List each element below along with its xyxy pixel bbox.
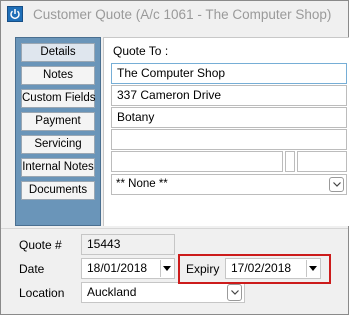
divider bbox=[1, 228, 348, 229]
address-line-3[interactable]: Botany bbox=[111, 107, 347, 128]
nav-payment[interactable]: Payment bbox=[21, 112, 95, 131]
location-label: Location bbox=[19, 286, 65, 300]
app-power-icon bbox=[7, 6, 23, 22]
title-bar: Customer Quote (A/c 1061 - The Computer … bbox=[1, 1, 348, 29]
quote-to-panel: Quote To : The Computer Shop 337 Cameron… bbox=[103, 37, 349, 226]
nav-custom-fields[interactable]: Custom Fields bbox=[21, 89, 96, 108]
nav-notes[interactable]: Notes bbox=[21, 66, 95, 85]
address-line-2[interactable]: 337 Cameron Drive bbox=[111, 85, 347, 106]
date-field[interactable]: 18/01/2018 bbox=[81, 258, 175, 279]
chevron-down-icon[interactable] bbox=[329, 177, 344, 192]
sidebar: Details Notes Custom Fields Payment Serv… bbox=[15, 37, 101, 226]
nav-internal-notes[interactable]: Internal Notes bbox=[21, 158, 95, 177]
location-value: Auckland bbox=[87, 285, 137, 299]
nav-servicing[interactable]: Servicing bbox=[21, 135, 95, 154]
date-value: 18/01/2018 bbox=[87, 261, 148, 275]
city-field[interactable] bbox=[111, 151, 283, 172]
date-label: Date bbox=[19, 262, 45, 276]
contact-select[interactable]: ** None ** bbox=[111, 174, 347, 195]
date-dropdown-icon[interactable] bbox=[160, 260, 173, 277]
quote-to-label: Quote To : bbox=[113, 44, 169, 58]
nav-documents[interactable]: Documents bbox=[21, 181, 95, 200]
location-select[interactable]: Auckland bbox=[81, 282, 245, 303]
address-line-1[interactable]: The Computer Shop bbox=[111, 63, 347, 84]
window-title: Customer Quote (A/c 1061 - The Computer … bbox=[33, 7, 332, 22]
address-line-4[interactable] bbox=[111, 129, 347, 150]
postcode-field[interactable] bbox=[297, 151, 347, 172]
quote-number-label: Quote # bbox=[19, 238, 62, 252]
quote-window: Customer Quote (A/c 1061 - The Computer … bbox=[0, 0, 349, 315]
state-field[interactable] bbox=[285, 151, 295, 172]
nav-details[interactable]: Details bbox=[21, 43, 95, 62]
contact-select-value: ** None ** bbox=[116, 178, 168, 190]
chevron-down-icon[interactable] bbox=[227, 284, 242, 301]
quote-number-field: 15443 bbox=[81, 234, 175, 255]
expiry-highlight-box bbox=[178, 254, 331, 284]
